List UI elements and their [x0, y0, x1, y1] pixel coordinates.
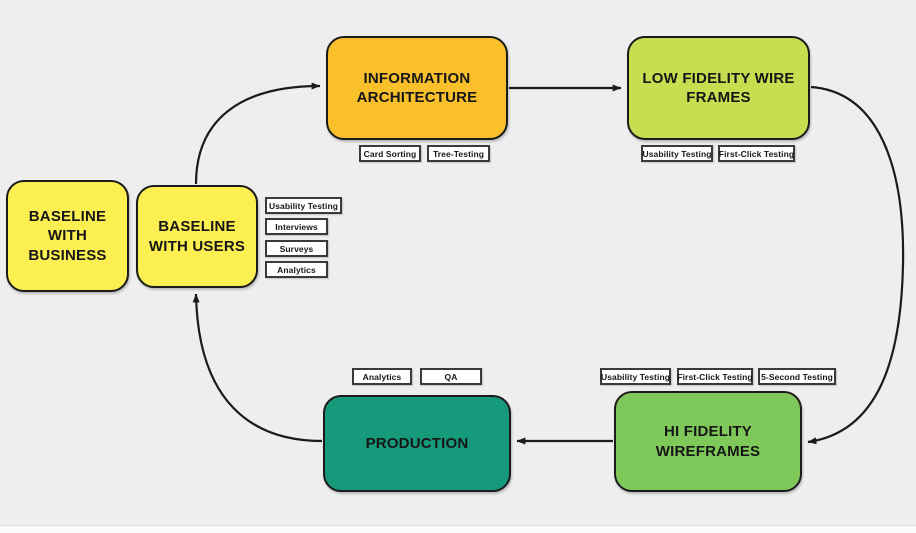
node-text-line1: HI FIDELITY: [663, 423, 753, 441]
tag-card-sorting[interactable]: Card Sorting: [359, 145, 421, 162]
node-information-architecture-label: INFORMATION ARCHITECTURE: [347, 69, 488, 107]
node-text-line2: WITH USERS: [148, 237, 246, 255]
tag-first-click-testing-hifi[interactable]: First-Click Testing: [677, 368, 753, 385]
node-text-line1: INFORMATION: [363, 69, 471, 87]
tag-qa[interactable]: QA: [420, 368, 482, 385]
node-low-fidelity-wireframes-label: LOW FIDELITY WIRE FRAMES: [632, 69, 804, 107]
diagram-canvas: BASELINE WITH BUSINESS BASELINE WITH USE…: [0, 0, 916, 533]
tag-analytics-production[interactable]: Analytics: [352, 368, 412, 385]
connector-users-to-ia: [194, 82, 321, 185]
tag-5-second-testing[interactable]: 5-Second Testing: [758, 368, 836, 385]
tag-surveys[interactable]: Surveys: [265, 240, 328, 257]
node-text-line2: WITH: [47, 227, 88, 245]
node-baseline-with-business-label: BASELINE WITH BUSINESS: [18, 207, 116, 265]
tag-analytics[interactable]: Analytics: [265, 261, 328, 278]
node-text-line2: FRAMES: [686, 89, 751, 106]
node-production[interactable]: PRODUCTION: [323, 395, 511, 492]
node-hi-fidelity-wireframes-label: HI FIDELITY WIREFRAMES: [646, 422, 771, 460]
node-information-architecture[interactable]: INFORMATION ARCHITECTURE: [326, 36, 508, 140]
node-text-line2: WIREFRAMES: [655, 442, 761, 460]
node-text-line1: BASELINE: [158, 218, 236, 236]
node-production-label: PRODUCTION: [365, 434, 469, 452]
tag-interviews[interactable]: Interviews: [265, 218, 328, 235]
bottom-divider: [0, 525, 916, 533]
node-baseline-with-users-label: BASELINE WITH USERS: [139, 217, 255, 255]
node-text-line2: ARCHITECTURE: [356, 89, 478, 106]
node-hi-fidelity-wireframes[interactable]: HI FIDELITY WIREFRAMES: [614, 391, 802, 492]
node-baseline-with-users[interactable]: BASELINE WITH USERS: [136, 185, 258, 288]
tag-usability-testing-hifi[interactable]: Usability Testing: [600, 368, 671, 385]
tag-usability-testing[interactable]: Usability Testing: [265, 197, 342, 214]
node-text-line1: LOW FIDELITY WIRE: [642, 69, 795, 87]
node-baseline-with-business[interactable]: BASELINE WITH BUSINESS: [6, 180, 129, 292]
tag-first-click-testing-lofi[interactable]: First-Click Testing: [718, 145, 795, 162]
connector-production-to-users: [192, 293, 323, 443]
connector-lofi-to-hifi: [807, 85, 905, 445]
tag-tree-testing[interactable]: Tree-Testing: [427, 145, 490, 162]
node-text-line3: BUSINESS: [28, 246, 107, 264]
node-low-fidelity-wireframes[interactable]: LOW FIDELITY WIRE FRAMES: [627, 36, 810, 140]
tag-usability-testing-lofi[interactable]: Usability Testing: [641, 145, 713, 162]
node-text-line1: BASELINE: [28, 208, 107, 226]
